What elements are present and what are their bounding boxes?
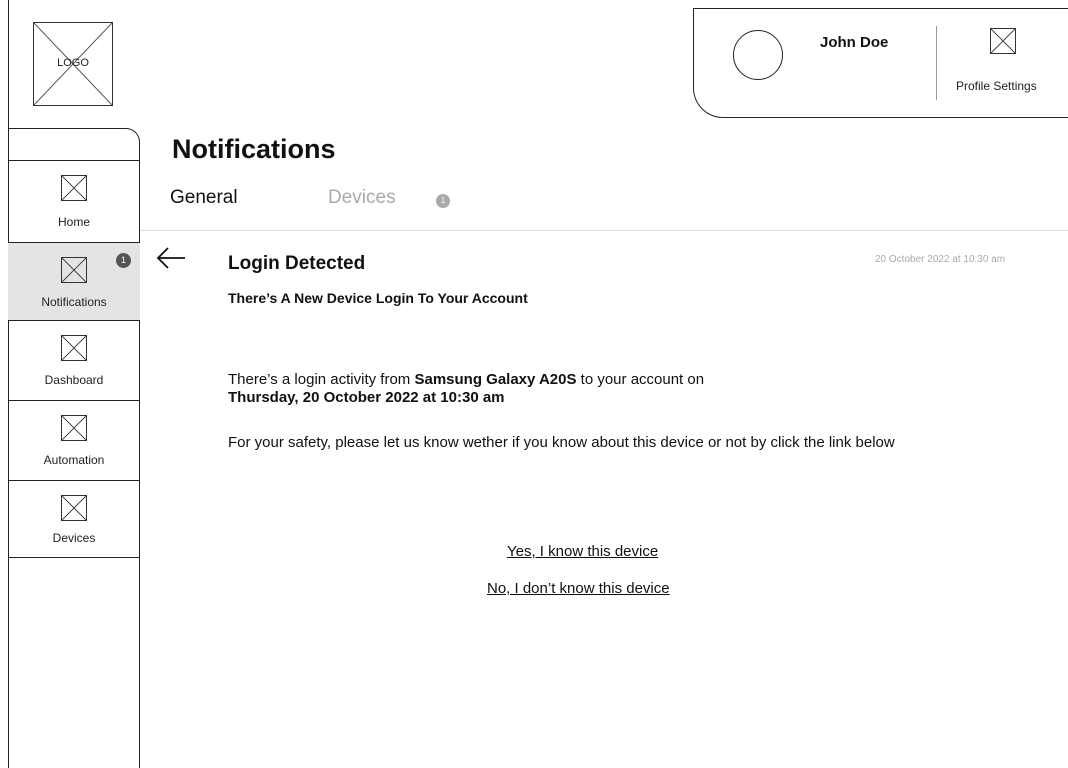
tab-devices-badge: 1: [436, 194, 450, 208]
body-text: to your account on: [576, 371, 705, 388]
tab-divider: [140, 230, 1068, 231]
avatar[interactable]: [733, 30, 783, 80]
sidebar-item-dashboard[interactable]: Dashboard: [8, 320, 140, 400]
back-arrow-icon[interactable]: [155, 246, 187, 270]
frame-line: [8, 0, 9, 128]
sidebar-item-home[interactable]: Home: [8, 160, 140, 242]
logo[interactable]: LOGO: [33, 22, 113, 106]
tab-general[interactable]: General: [170, 187, 238, 209]
automation-icon: [61, 415, 87, 441]
profile-settings-icon[interactable]: [990, 28, 1016, 54]
sidebar-item-devices[interactable]: Devices: [8, 480, 140, 558]
dashboard-icon: [61, 335, 87, 361]
notifications-icon: [61, 257, 87, 283]
know-device-link[interactable]: Yes, I know this device: [507, 543, 658, 560]
profile-settings-button[interactable]: Profile Settings: [956, 79, 1037, 93]
sidebar-item-label: Notifications: [41, 295, 107, 309]
message-safety-paragraph: For your safety, please let us know weth…: [228, 434, 895, 451]
tab-devices[interactable]: Devices: [328, 187, 396, 209]
logo-label: LOGO: [57, 57, 89, 69]
user-panel-divider: [936, 26, 937, 100]
message-title: Login Detected: [228, 253, 366, 274]
page-title: Notifications: [172, 134, 336, 164]
dont-know-device-link[interactable]: No, I don’t know this device: [487, 580, 670, 597]
devices-icon: [61, 495, 87, 521]
login-datetime: Thursday, 20 October 2022 at 10:30 am: [228, 389, 505, 406]
sidebar-item-label: Dashboard: [44, 373, 104, 387]
user-name: John Doe: [820, 34, 889, 51]
sidebar-item-label: Automation: [43, 453, 105, 467]
message-body-paragraph: There’s a login activity from Samsung Ga…: [228, 371, 908, 407]
notification-count-badge: 1: [116, 253, 131, 268]
home-icon: [61, 175, 87, 201]
device-name: Samsung Galaxy A20S: [414, 371, 577, 388]
sidebar-item-label: Home: [57, 215, 90, 229]
sidebar-item-label: Devices: [52, 531, 96, 545]
sidebar-item-notifications[interactable]: 1 Notifications: [8, 242, 140, 320]
sidebar-item-automation[interactable]: Automation: [8, 400, 140, 480]
message-subtitle: There’s A New Device Login To Your Accou…: [228, 290, 528, 306]
body-text: There’s a login activity from: [228, 371, 415, 388]
message-timestamp: 20 October 2022 at 10:30 am: [875, 254, 1006, 265]
